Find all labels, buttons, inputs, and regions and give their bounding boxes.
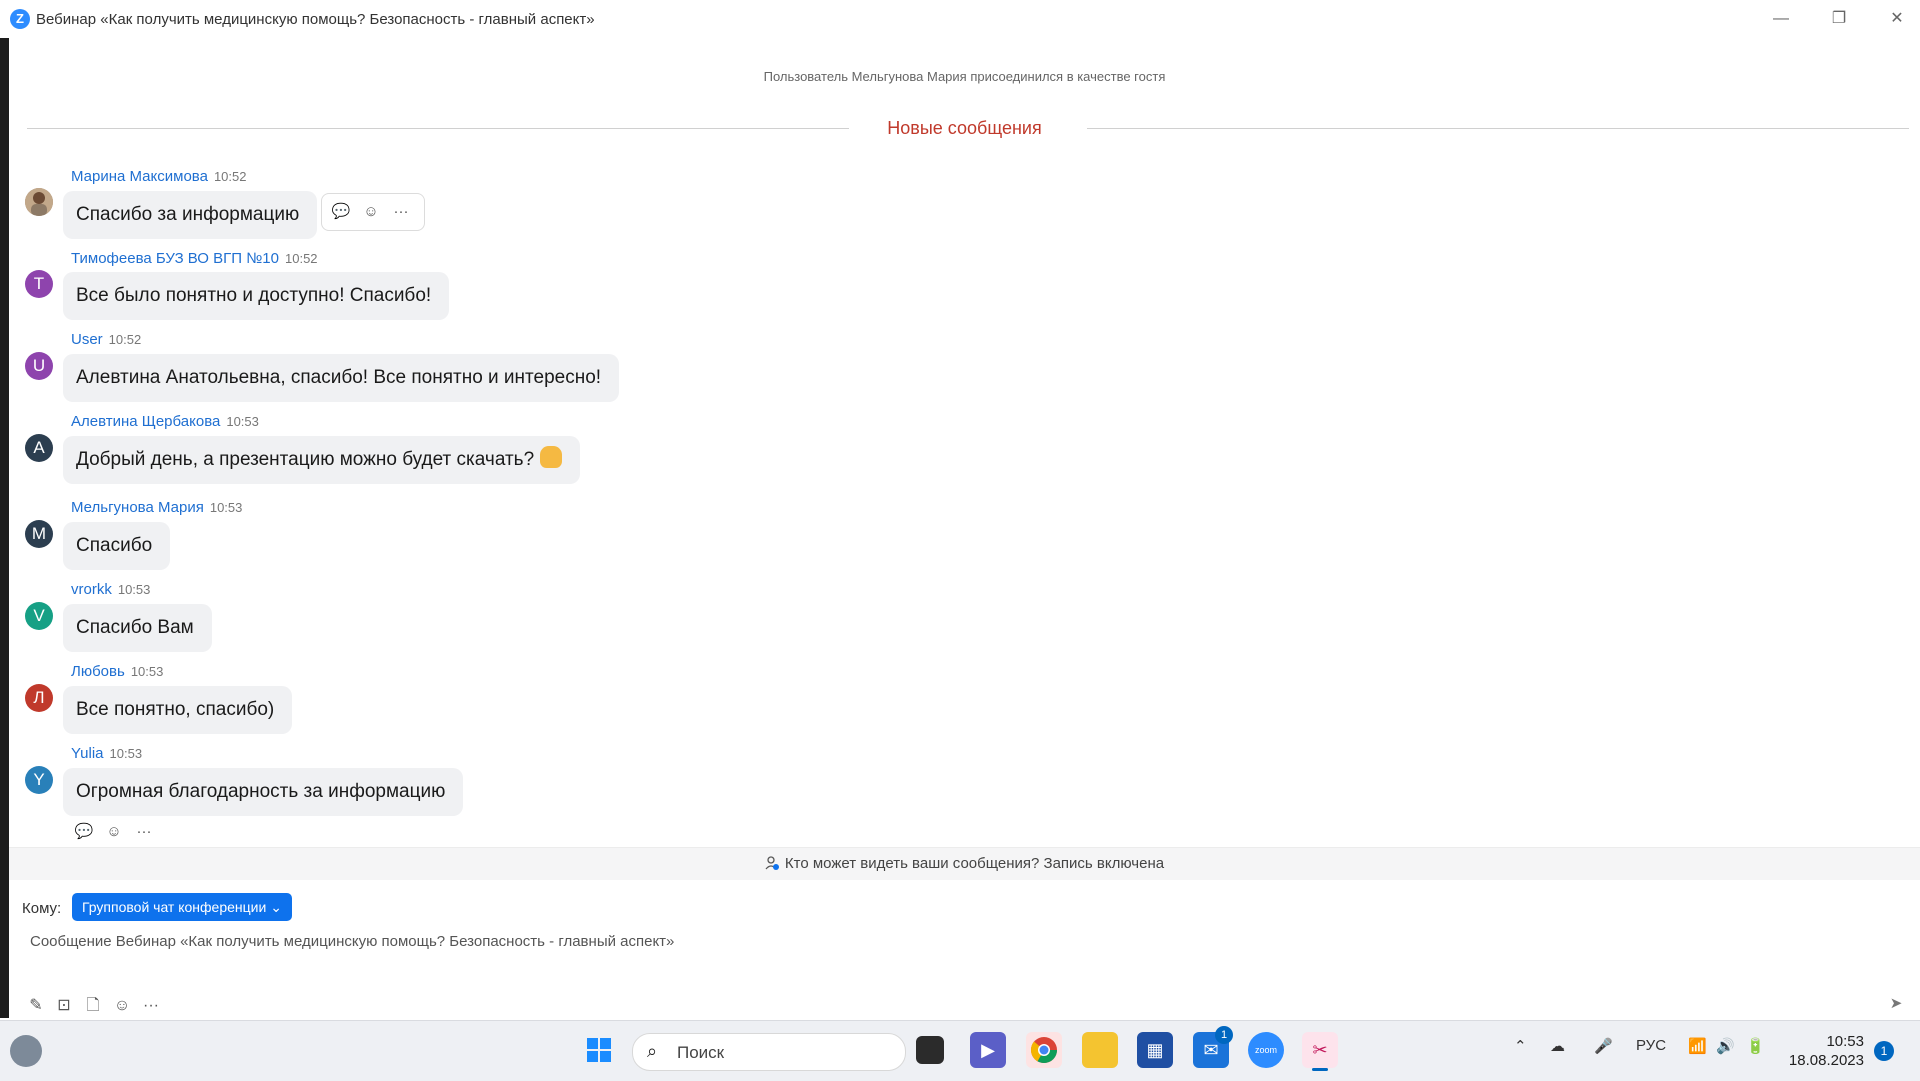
onedrive-cloud-icon[interactable]: ☁ — [1550, 1037, 1565, 1055]
message-bubble[interactable]: Спасибо — [63, 522, 171, 570]
privacy-person-icon — [765, 850, 779, 870]
avatar[interactable]: Y — [25, 766, 53, 794]
recording-notice-text: Кто может видеть ваши сообщения? Запись … — [784, 855, 1165, 872]
sender-name[interactable]: Любовь — [71, 663, 125, 680]
message-bubble[interactable]: Добрый день, а презентацию можно будет с… — [63, 436, 581, 484]
message-time: 10:52 — [108, 332, 142, 347]
avatar[interactable] — [25, 188, 53, 216]
avatar[interactable]: Т — [25, 270, 53, 298]
search-placeholder: Поиск — [677, 1043, 725, 1062]
send-icon[interactable]: ➤ — [1884, 992, 1908, 1016]
more-options-icon[interactable]: ··· — [129, 820, 159, 844]
reply-icon[interactable]: 💬 — [69, 820, 99, 844]
window-title: Вебинар «Как получить медицинскую помощь… — [36, 11, 595, 28]
avatar[interactable]: V — [25, 602, 53, 630]
show-hidden-icons-icon[interactable]: ⌃ — [1514, 1037, 1527, 1055]
recipient-dropdown[interactable]: Групповой чат конференции ⌄ — [72, 893, 292, 921]
microsoft-store-icon[interactable]: ▦ — [1137, 1032, 1173, 1068]
minimize-button[interactable]: — — [1764, 6, 1798, 32]
clock-date: 18.08.2023 — [1788, 1052, 1864, 1069]
windows-taskbar: ⌕ Поиск ▶ ▦ ✉ 1 zoom ✂ ⌃ ☁ 🎤 РУС 📶 🔊 🔋 10… — [0, 1020, 1920, 1081]
message-input[interactable] — [28, 932, 1892, 951]
message-time: 10:53 — [109, 746, 143, 761]
sender-name[interactable]: Тимофеева БУЗ ВО ВГП №10 — [71, 250, 279, 267]
sender-name[interactable]: Yulia — [71, 745, 104, 762]
avatar[interactable]: U — [25, 352, 53, 380]
snipping-tool-icon[interactable]: ✂ — [1302, 1032, 1338, 1071]
message-hover-actions: 💬 ☺ ··· — [321, 193, 425, 231]
new-messages-label: Новые сообщения — [887, 118, 1042, 138]
close-button[interactable]: ✕ — [1880, 6, 1914, 32]
to-label: Кому: — [22, 900, 62, 917]
message-time: 10:52 — [285, 251, 318, 266]
sender-name[interactable]: Алевтина Щербакова — [71, 413, 220, 430]
sender-name[interactable]: Марина Максимова — [71, 168, 208, 185]
window-titlebar: Z Вебинар «Как получить медицинскую помо… — [0, 0, 1920, 39]
avatar[interactable]: М — [25, 520, 53, 548]
mail-badge: 1 — [1215, 1026, 1233, 1044]
notification-count-badge[interactable]: 1 — [1874, 1041, 1894, 1061]
taskbar-search[interactable]: ⌕ Поиск — [632, 1033, 906, 1071]
recipient-value: Групповой чат конференции — [82, 899, 267, 915]
recording-notice-bar[interactable]: Кто может видеть ваши сообщения? Запись … — [9, 847, 1920, 880]
message-text: Добрый день, а презентацию можно будет с… — [76, 449, 535, 470]
format-text-icon[interactable]: ✎ — [24, 994, 48, 1018]
volume-icon[interactable]: 🔊 — [1716, 1037, 1735, 1055]
chat-messages-area[interactable]: Пользователь Мельгунова Мария присоедини… — [9, 38, 1920, 848]
message-bubble[interactable]: Все понятно, спасибо) — [63, 686, 293, 734]
microphone-icon[interactable]: 🎤 — [1594, 1037, 1613, 1055]
restore-button[interactable]: ❐ — [1822, 6, 1856, 32]
message-time: 10:53 — [209, 500, 243, 515]
message-bubble[interactable]: Алевтина Анатольевна, спасибо! Все понят… — [63, 354, 620, 402]
battery-icon[interactable]: 🔋 — [1746, 1037, 1765, 1055]
search-icon: ⌕ — [647, 1041, 658, 1061]
avatar[interactable]: Л — [25, 684, 53, 712]
message-time: 10:52 — [213, 169, 247, 184]
file-explorer-icon[interactable] — [1082, 1032, 1118, 1068]
message-time: 10:53 — [226, 414, 259, 429]
chevron-down-icon: ⌄ — [270, 899, 282, 915]
chrome-browser-icon[interactable] — [1026, 1032, 1062, 1068]
left-edge-strip — [0, 38, 9, 1018]
folded-hands-emoji-icon — [540, 446, 563, 468]
sender-name[interactable]: Мельгунова Мария — [71, 499, 204, 516]
react-emoji-icon[interactable]: ☺ — [356, 194, 386, 230]
input-language[interactable]: РУС — [1636, 1037, 1666, 1054]
more-tools-icon[interactable]: ··· — [139, 994, 163, 1018]
avatar[interactable]: А — [25, 434, 53, 462]
reply-icon[interactable]: 💬 — [326, 194, 356, 230]
avatar-photo-icon — [25, 188, 53, 216]
teams-chat-icon[interactable]: ▶ — [970, 1032, 1006, 1068]
system-join-message: Пользователь Мельгунова Мария присоедини… — [763, 69, 1166, 84]
active-app-indicator — [1312, 1068, 1328, 1071]
message-bubble[interactable]: Все было понятно и доступно! Спасибо! — [63, 272, 450, 320]
zoom-app-icon[interactable]: zoom — [1248, 1032, 1284, 1068]
clock-time: 10:53 — [1826, 1033, 1864, 1050]
zoom-logo-icon: Z — [10, 9, 30, 29]
file-attach-icon[interactable]: 🗋 — [81, 994, 105, 1018]
weather-widget-icon[interactable] — [10, 1035, 42, 1067]
windows-start-icon[interactable] — [581, 1032, 617, 1068]
message-bubble[interactable]: Спасибо Вам — [63, 604, 212, 652]
more-options-icon[interactable]: ··· — [386, 194, 416, 230]
sender-name[interactable]: User — [71, 331, 103, 348]
sender-name[interactable]: vrorkk — [71, 581, 112, 598]
wifi-icon[interactable]: 📶 — [1688, 1037, 1707, 1055]
react-emoji-icon[interactable]: ☺ — [99, 820, 129, 844]
message-bubble[interactable]: Огромная благодарность за информацию — [63, 768, 464, 816]
message-time: 10:53 — [117, 582, 151, 597]
compose-area: Кому: Групповой чат конференции ⌄ ✎ ⊡ 🗋 … — [9, 880, 1920, 1020]
taskbar-clock[interactable]: 10:53 18.08.2023 — [1780, 1032, 1864, 1070]
message-time: 10:53 — [130, 664, 164, 679]
emoji-icon[interactable]: ☺ — [110, 994, 134, 1018]
task-view-icon[interactable] — [916, 1036, 944, 1064]
screenshot-icon[interactable]: ⊡ — [52, 994, 76, 1018]
mail-icon[interactable]: ✉ 1 — [1193, 1026, 1233, 1068]
message-bubble[interactable]: Спасибо за информацию — [63, 191, 318, 239]
